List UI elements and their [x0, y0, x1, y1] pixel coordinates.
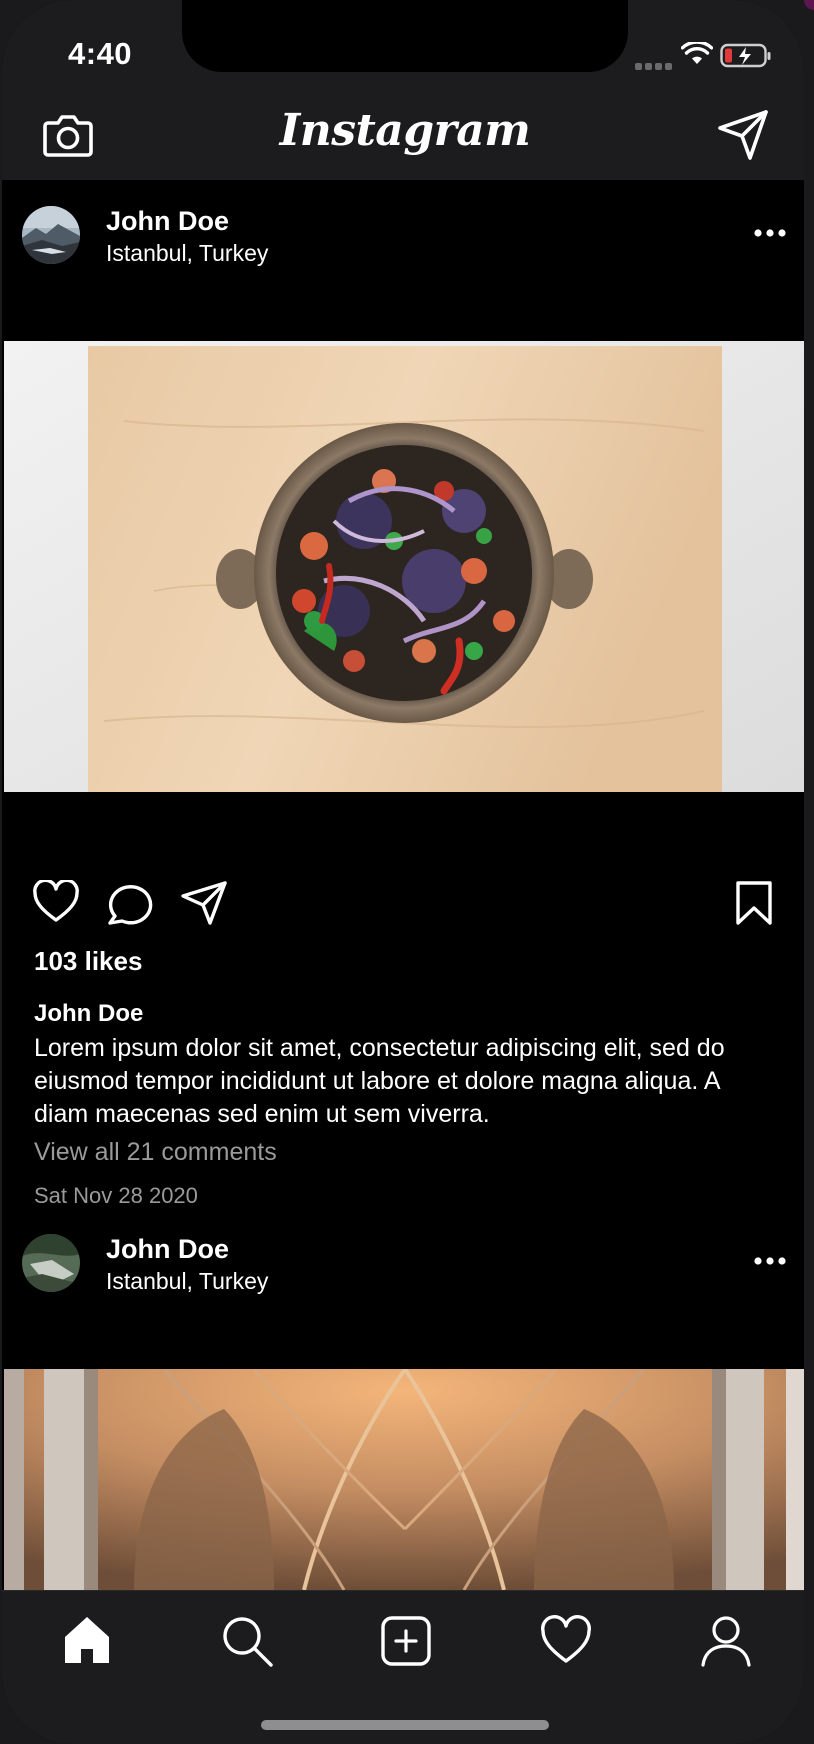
more-options-icon[interactable]: [754, 228, 786, 238]
home-icon[interactable]: [59, 1613, 115, 1669]
feed[interactable]: John Doe Istanbul, Turkey 103 likes John…: [2, 180, 804, 1590]
phone-screen: 4:40 Instagram John Doe Istanbul, Turkey…: [2, 0, 804, 1744]
comment-icon[interactable]: [106, 880, 154, 926]
wifi-icon: [681, 42, 713, 64]
device-notch: [182, 0, 628, 72]
battery-charging-icon: [720, 43, 771, 68]
post-image[interactable]: [4, 1369, 804, 1590]
home-indicator[interactable]: [261, 1720, 549, 1730]
caption-username[interactable]: John Doe: [34, 1000, 143, 1028]
cellular-signal-icon: [635, 57, 675, 70]
post-header: John Doe Istanbul, Turkey: [2, 206, 804, 286]
bookmark-icon[interactable]: [734, 880, 774, 926]
instagram-logo: Instagram: [279, 105, 531, 156]
post-image[interactable]: [4, 341, 804, 792]
heart-icon[interactable]: [32, 880, 80, 924]
post-location[interactable]: Istanbul, Turkey: [106, 240, 268, 267]
caption-text: Lorem ipsum dolor sit amet, consectetur …: [34, 1034, 725, 1128]
direct-message-icon[interactable]: [716, 108, 770, 162]
post-username[interactable]: John Doe: [106, 206, 229, 237]
status-bar: 4:40: [2, 0, 804, 96]
avatar[interactable]: [22, 206, 80, 264]
activity-heart-icon[interactable]: [538, 1613, 594, 1669]
app-header: Instagram: [2, 96, 804, 181]
profile-icon[interactable]: [698, 1613, 754, 1669]
avatar[interactable]: [22, 1234, 80, 1292]
share-icon[interactable]: [180, 880, 228, 926]
likes-count[interactable]: 103 likes: [34, 946, 142, 977]
search-icon[interactable]: [219, 1613, 275, 1669]
status-time: 4:40: [68, 36, 133, 71]
camera-icon[interactable]: [42, 111, 94, 159]
more-options-icon[interactable]: [754, 1256, 786, 1266]
window-corner-accent: [804, 0, 814, 10]
view-comments-link[interactable]: View all 21 comments: [34, 1138, 277, 1167]
post-location[interactable]: Istanbul, Turkey: [106, 1268, 268, 1295]
post-actions: [2, 880, 804, 940]
post-header: John Doe Istanbul, Turkey: [2, 1234, 804, 1314]
post-date: Sat Nov 28 2020: [34, 1183, 198, 1208]
add-post-icon[interactable]: [378, 1613, 434, 1669]
post-username[interactable]: John Doe: [106, 1234, 229, 1265]
